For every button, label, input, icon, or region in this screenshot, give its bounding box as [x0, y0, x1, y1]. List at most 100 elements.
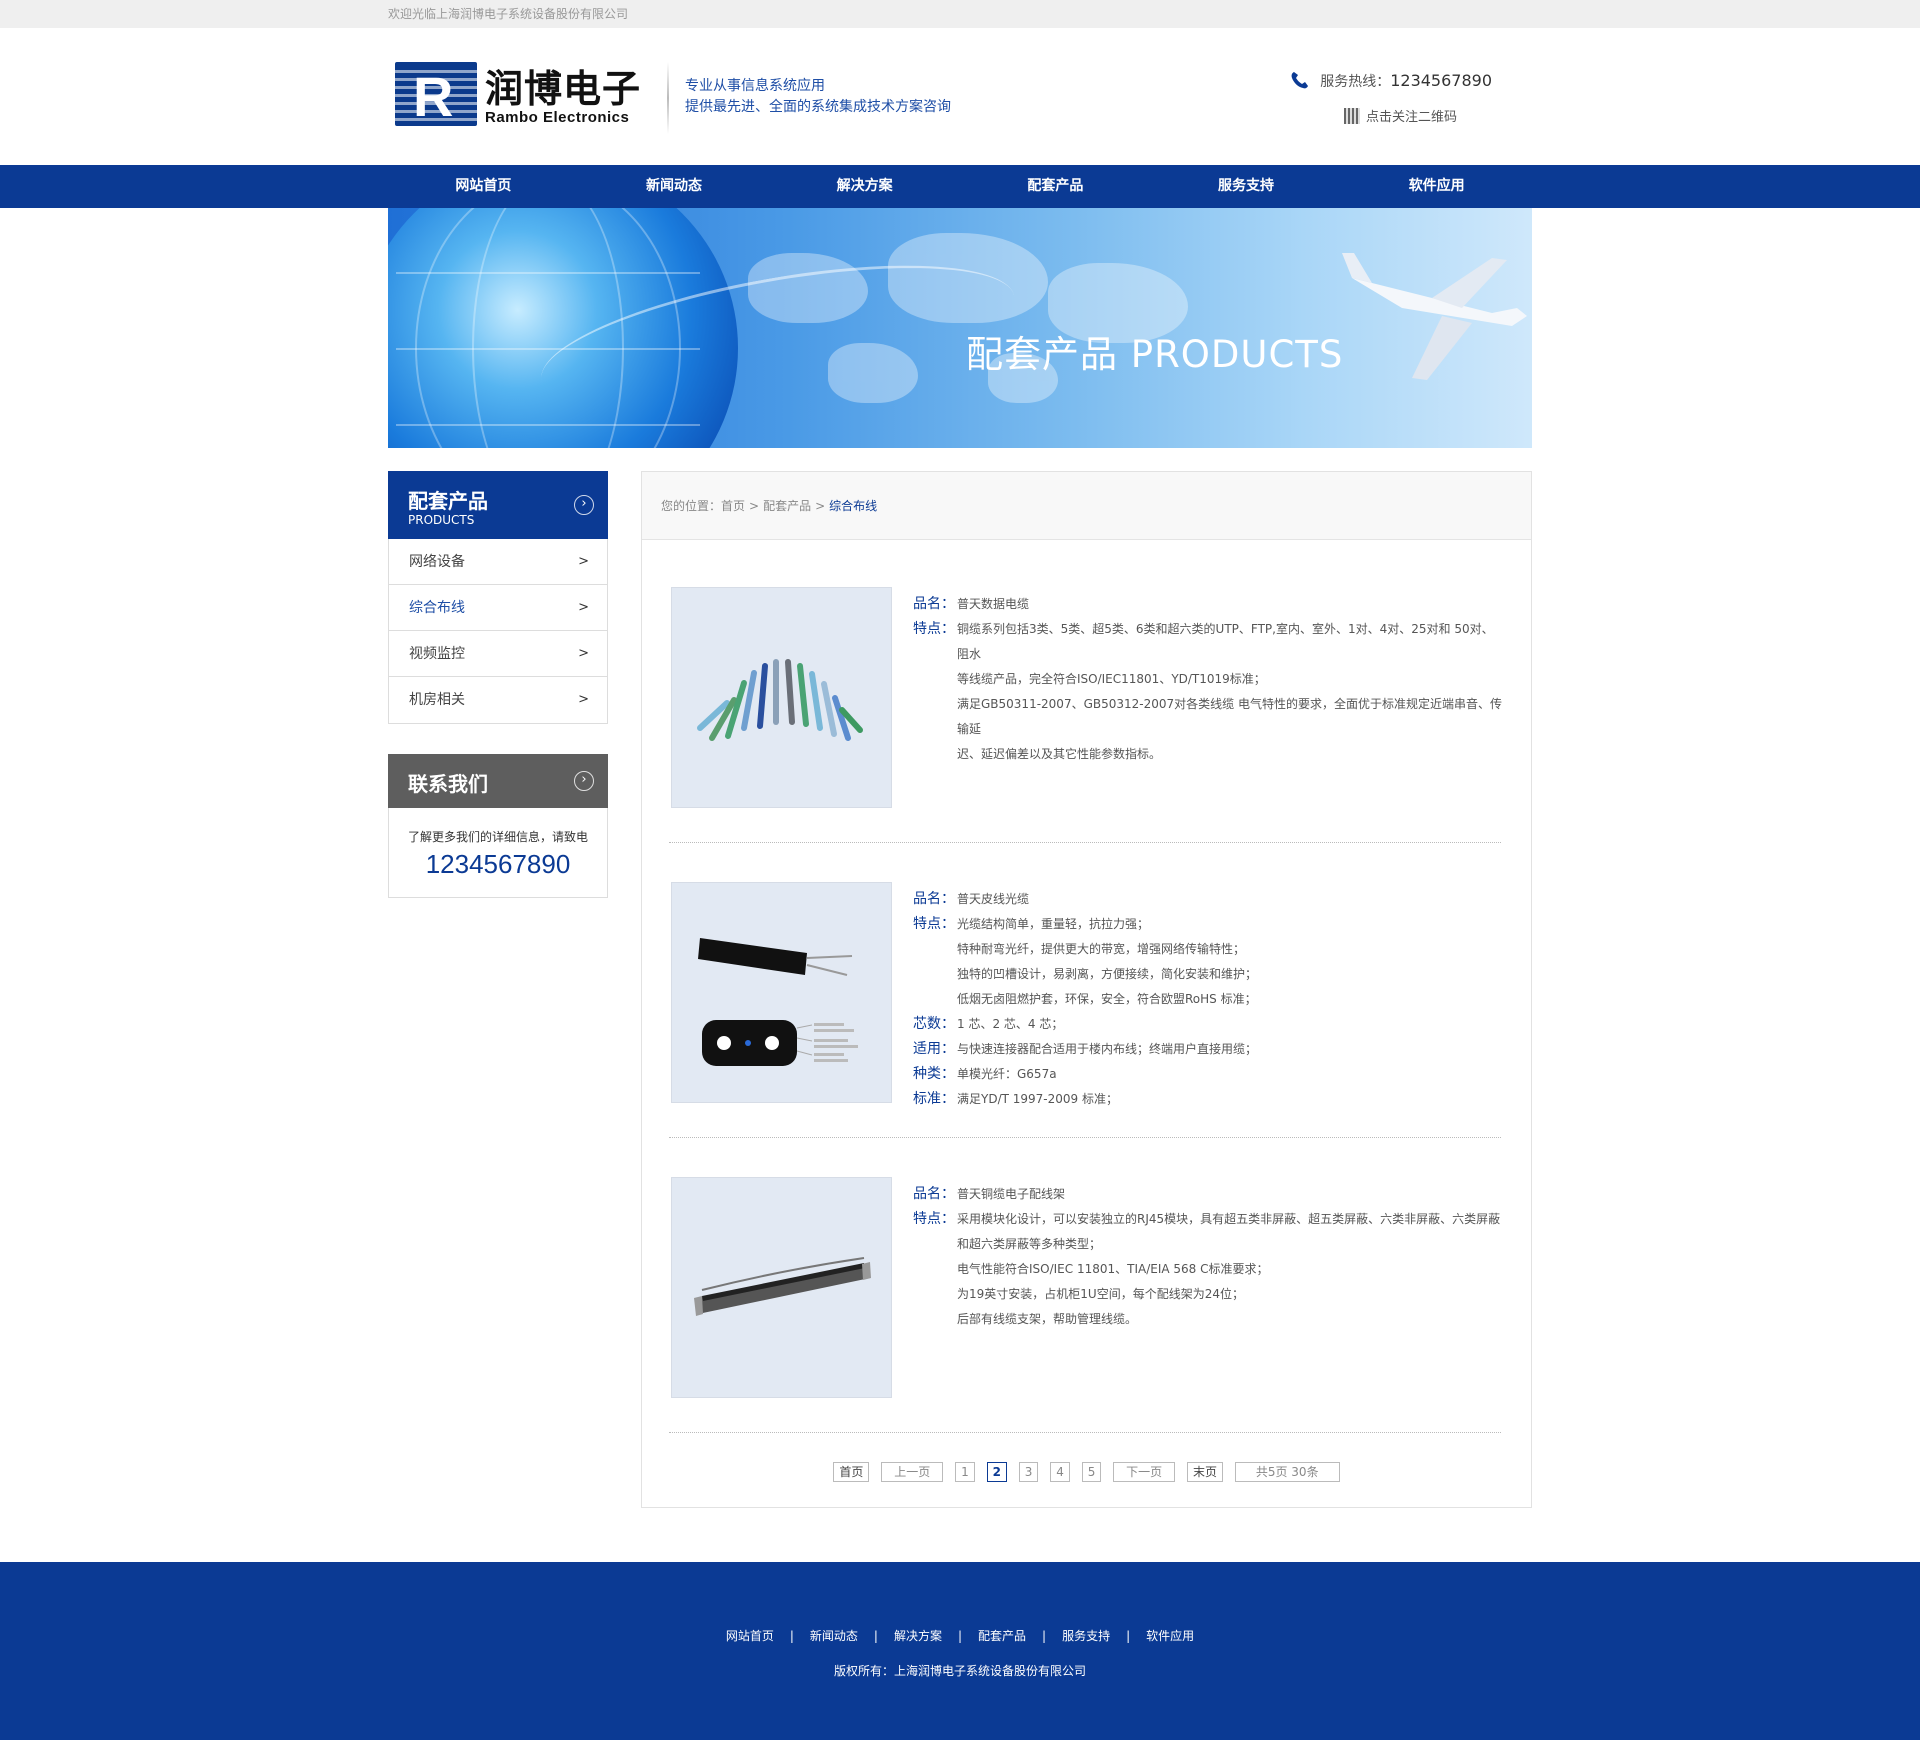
product-name[interactable]: 普天铜缆电子配线架 — [957, 1182, 1503, 1207]
pager-page-4[interactable]: 4 — [1050, 1462, 1070, 1482]
cores-label: 芯数： — [913, 1016, 955, 1032]
product-name[interactable]: 普天皮线光缆 — [957, 887, 1503, 912]
sidebar-item-datacenter[interactable]: 机房相关 > — [389, 677, 607, 723]
product-image[interactable] — [671, 587, 892, 808]
logo[interactable]: R 润博电子 Rambo Electronics — [395, 62, 650, 162]
footer-sep: | — [873, 1629, 878, 1643]
feature-line: 铜缆系列包括3类、5类、超5类、6类和超六类的UTP、FTP,室内、室外、1对、… — [957, 622, 1494, 661]
feature-line: 独特的凹槽设计，易剥离，方便接续，简化安装和维护； — [957, 967, 1258, 981]
feature-line: 光缆结构简单，重量轻，抗拉力强； — [957, 917, 1150, 931]
contact-box: 了解更多我们的详细信息，请致电 1234567890 — [388, 808, 608, 898]
sidebar-item-label: 视频监控 — [409, 646, 465, 662]
sidebar-item-cabling[interactable]: 综合布线 > — [389, 585, 607, 631]
nav-home[interactable]: 网站首页 — [388, 165, 579, 208]
feature-label: 特点： — [913, 916, 955, 932]
cable-fan-image — [697, 659, 863, 741]
footer-link-solutions[interactable]: 解决方案 — [894, 1627, 942, 1644]
sidebar-item-video[interactable]: 视频监控 > — [389, 631, 607, 677]
breadcrumb-sep: > — [815, 499, 826, 513]
footer-link-home[interactable]: 网站首页 — [726, 1627, 774, 1644]
sidebar-title: 配套产品 — [408, 489, 488, 513]
contact-text: 了解更多我们的详细信息，请致电 — [407, 830, 588, 844]
sidebar-header: 配套产品 PRODUCTS › — [388, 471, 608, 539]
logo-mark-icon: R — [395, 62, 477, 126]
feature-line: 后部有线缆支架，帮助管理线缆。 — [957, 1312, 1138, 1326]
standard-label: 标准： — [913, 1091, 955, 1107]
content-panel: 您的位置：首页 > 配套产品 > 综合布线 品名： 普天数据电缆 特点： 铜缆系… — [641, 471, 1532, 1508]
divider — [669, 1137, 1501, 1138]
product-image[interactable] — [671, 1177, 892, 1398]
feature-line: 迟、延迟偏差以及其它性能参数指标。 — [957, 747, 1162, 761]
nav-solutions[interactable]: 解决方案 — [769, 165, 960, 208]
pager-last[interactable]: 末页 — [1187, 1462, 1224, 1482]
breadcrumb-home[interactable]: 首页 — [721, 499, 745, 513]
sidebar: 配套产品 PRODUCTS › 网络设备 > 综合布线 > 视频监控 > 机房相关 > … — [388, 471, 608, 898]
footer-link-software[interactable]: 软件应用 — [1146, 1627, 1194, 1644]
breadcrumb-products[interactable]: 配套产品 — [763, 499, 811, 513]
divider — [669, 1432, 1501, 1433]
breadcrumb: 您的位置：首页 > 配套产品 > 综合布线 — [642, 472, 1531, 540]
nav-news[interactable]: 新闻动态 — [579, 165, 770, 208]
footer-link-products[interactable]: 配套产品 — [978, 1627, 1026, 1644]
slogan-line-1: 专业从事信息系统应用 — [685, 78, 825, 94]
logo-divider — [667, 62, 669, 134]
top-bar: 欢迎光临上海润博电子系统设备股份有限公司 — [0, 0, 1920, 28]
feature-label: 特点： — [913, 621, 955, 637]
chevron-circle-icon: › — [574, 771, 594, 791]
sidebar-item-network[interactable]: 网络设备 > — [389, 539, 607, 585]
pager-page-3[interactable]: 3 — [1018, 1462, 1039, 1482]
product-image[interactable] — [671, 882, 892, 1103]
pager-first[interactable]: 首页 — [833, 1462, 870, 1482]
usage-value: 与快速连接器配合适用于楼内布线；终端用户直接用缆； — [957, 1042, 1258, 1056]
sidebar-item-label: 机房相关 — [409, 692, 465, 708]
chevron-right-icon: > — [578, 600, 589, 615]
pager-prev[interactable]: 上一页 — [881, 1462, 944, 1482]
product-info: 品名： 普天皮线光缆 特点： 光缆结构简单，重量轻，抗拉力强； 特种耐弯光纤，提供更… — [913, 887, 1503, 1112]
logo-en: Rambo Electronics — [485, 109, 630, 126]
footer-sep: | — [1042, 1629, 1047, 1643]
pager-next[interactable]: 下一页 — [1113, 1462, 1176, 1482]
standard-value: 满足YD/T 1997-2009 标准； — [957, 1092, 1118, 1106]
breadcrumb-prefix: 您的位置： — [661, 499, 722, 513]
nav-support[interactable]: 服务支持 — [1151, 165, 1342, 208]
footer-sep: | — [957, 1629, 963, 1643]
pager-summary: 共5页 30条 — [1234, 1462, 1340, 1482]
product-info: 品名： 普天数据电缆 特点： 铜缆系列包括3类、5类、超5类、6类和超六类的UTP、… — [913, 592, 1503, 767]
hotline-label: 服务热线： — [1320, 74, 1391, 90]
sidebar-list: 网络设备 > 综合布线 > 视频监控 > 机房相关 > — [388, 539, 608, 724]
banner: 配套产品 PRODUCTS — [388, 208, 1532, 448]
product-item: 品名： 普天皮线光缆 特点： 光缆结构简单，重量轻，抗拉力强； 特种耐弯光纤，提供更… — [671, 882, 1503, 1107]
logo-cn: 润博电子 — [485, 67, 642, 111]
feature-line: 采用模块化设计，可以安装独立的RJ45模块，具有超五类非屏蔽、超五类屏蔽、六类非… — [957, 1212, 1501, 1226]
pager-page-1[interactable]: 1 — [955, 1462, 975, 1482]
footer-link-news[interactable]: 新闻动态 — [810, 1627, 858, 1644]
product-name[interactable]: 普天数据电缆 — [957, 592, 1503, 617]
hotline-number: 1234567890 — [1390, 71, 1492, 90]
copyright: 版权所有：上海润博电子系统设备股份有限公司 — [833, 1664, 1086, 1678]
type-label: 种类： — [913, 1066, 955, 1082]
nav-products[interactable]: 配套产品 — [960, 165, 1151, 208]
breadcrumb-current[interactable]: 综合布线 — [829, 499, 877, 513]
hotline: 服务热线：1234567890 — [1290, 70, 1492, 91]
footer-link-support[interactable]: 服务支持 — [1062, 1627, 1110, 1644]
banner-title: 配套产品 PRODUCTS — [966, 333, 1344, 376]
contact-tel: 1234567890 — [425, 849, 571, 879]
contact-header: 联系我们 › — [388, 754, 608, 808]
footer-sep: | — [789, 1629, 794, 1643]
feature-line: 满足GB50311-2007、GB50312-2007对各类线缆 电气特性的要求… — [957, 697, 1502, 736]
pager-page-5[interactable]: 5 — [1081, 1462, 1102, 1482]
chevron-right-icon: > — [578, 646, 589, 661]
patch-panel-image — [694, 1257, 871, 1316]
airplane-graphic — [1342, 253, 1527, 380]
nav-software[interactable]: 软件应用 — [1341, 165, 1532, 208]
slogan: 专业从事信息系统应用 提供最先进、全面的系统集成技术方案咨询 — [685, 76, 951, 118]
type-value: 单模光纤：G657a — [957, 1067, 1057, 1081]
pager-page-2[interactable]: 2 — [986, 1462, 1007, 1482]
main-nav: 网站首页 新闻动态 解决方案 配套产品 服务支持 软件应用 — [0, 165, 1920, 208]
footer-nav: 网站首页 | 新闻动态 | 解决方案 | 配套产品 | 服务支持 | 软件应用 — [0, 1627, 1920, 1644]
pagination: 首页 上一页 1 2 3 4 5 下一页 末页 共5页 30条 — [642, 1462, 1531, 1482]
divider — [669, 842, 1501, 843]
feature-line: 低烟无卤阻燃护套，环保，安全，符合欧盟RoHS 标准； — [957, 992, 1257, 1006]
qr-link[interactable]: 点击关注二维码 — [1343, 106, 1457, 125]
feature-line: 和超六类屏蔽等多种类型； — [957, 1237, 1102, 1251]
